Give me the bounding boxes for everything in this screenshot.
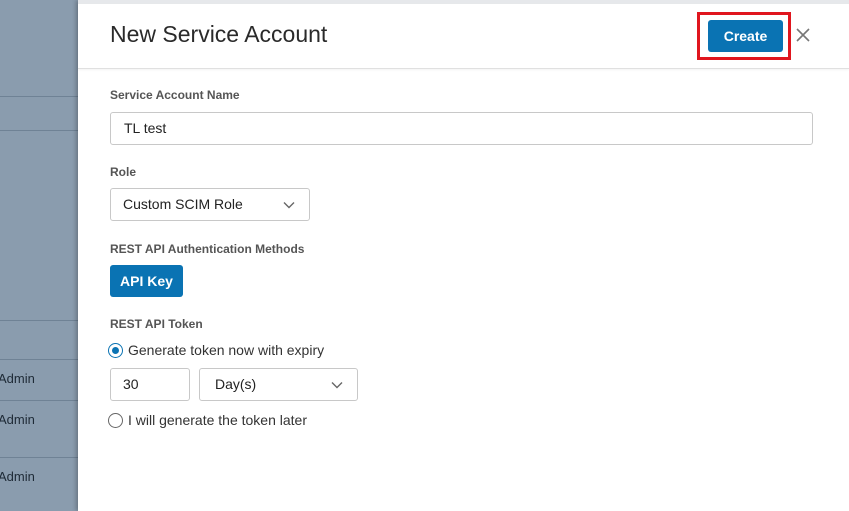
background-row-role: Admin — [0, 371, 35, 386]
close-icon — [796, 28, 810, 42]
expiry-unit-select[interactable]: Day(s) — [199, 368, 358, 401]
background-divider — [0, 359, 78, 360]
new-service-account-panel: New Service Account Create Service Accou… — [78, 0, 849, 511]
expiry-unit-value: Day(s) — [215, 376, 257, 392]
generate-now-label[interactable]: Generate token now with expiry — [128, 342, 324, 358]
background-overlay: Admin Admin Admin — [0, 0, 78, 511]
background-row-role: Admin — [0, 412, 35, 427]
panel-header: New Service Account Create — [78, 4, 849, 69]
page-title: New Service Account — [110, 21, 328, 47]
auth-methods-label: REST API Authentication Methods — [110, 242, 305, 256]
background-row-role: Admin — [0, 469, 35, 484]
background-divider — [0, 130, 78, 131]
chevron-down-icon — [331, 382, 343, 389]
role-select-value: Custom SCIM Role — [123, 196, 243, 212]
generate-later-label[interactable]: I will generate the token later — [128, 412, 307, 428]
radio-generate-later[interactable] — [108, 413, 123, 428]
close-button[interactable] — [792, 22, 814, 48]
service-account-name-input[interactable]: TL test — [110, 112, 813, 145]
role-select[interactable]: Custom SCIM Role — [110, 188, 310, 221]
expiry-value-input[interactable]: 30 — [110, 368, 190, 401]
radio-generate-now[interactable] — [108, 343, 123, 358]
api-key-button[interactable]: API Key — [110, 265, 183, 297]
rest-api-token-label: REST API Token — [110, 317, 203, 331]
background-divider — [0, 96, 78, 97]
background-divider — [0, 320, 78, 321]
background-divider — [0, 457, 78, 458]
chevron-down-icon — [283, 202, 295, 209]
role-label: Role — [110, 165, 137, 179]
background-divider — [0, 400, 78, 401]
service-account-name-label: Service Account Name — [110, 88, 240, 102]
create-button[interactable]: Create — [708, 20, 783, 52]
